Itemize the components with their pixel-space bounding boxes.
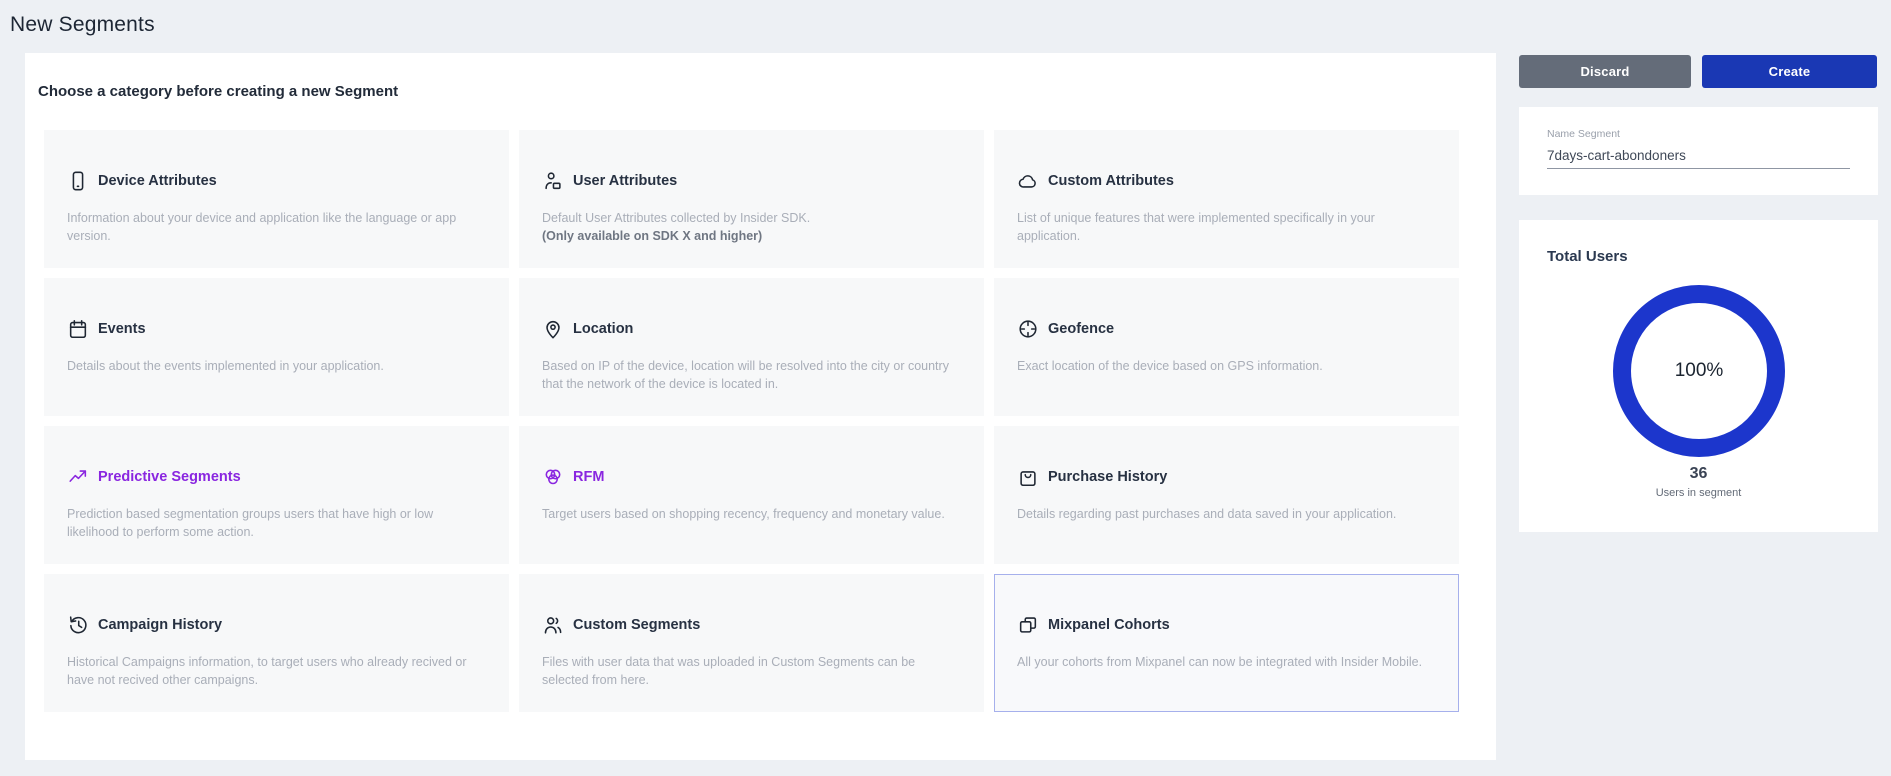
card-title: Events (98, 321, 146, 337)
card-description: Details regarding past purchases and dat… (1017, 505, 1434, 523)
card-header: Custom Segments (542, 613, 959, 637)
card-header: Device Attributes (67, 169, 484, 193)
card-description: List of unique features that were implem… (1017, 209, 1434, 245)
card-header: Campaign History (67, 613, 484, 637)
card-description: All your cohorts from Mixpanel can now b… (1017, 653, 1434, 671)
users-in-segment-caption: Users in segment (1519, 487, 1878, 499)
card-mixpanel-cohorts[interactable]: Mixpanel Cohorts All your cohorts from M… (994, 574, 1459, 712)
calendar-icon (67, 318, 89, 340)
card-description: Information about your device and applic… (67, 209, 484, 245)
cohort-squares-icon (1017, 614, 1039, 636)
card-header: User Attributes (542, 169, 959, 193)
card-header: Predictive Segments (67, 465, 484, 489)
donut-percent-label: 100% (1604, 276, 1794, 466)
card-description: Files with user data that was uploaded i… (542, 653, 959, 689)
shopping-bag-icon (1017, 466, 1039, 488)
card-title: RFM (573, 469, 604, 485)
card-custom-attributes[interactable]: Custom Attributes List of unique feature… (994, 130, 1459, 268)
card-title: Geofence (1048, 321, 1114, 337)
card-description: Target users based on shopping recency, … (542, 505, 959, 523)
card-geofence[interactable]: Geofence Exact location of the device ba… (994, 278, 1459, 416)
card-description: Prediction based segmentation groups use… (67, 505, 484, 541)
card-title: Mixpanel Cohorts (1048, 617, 1170, 633)
category-card-grid: Device Attributes Information about your… (44, 130, 1459, 712)
total-users-donut-chart: 100% (1604, 276, 1794, 466)
name-segment-input[interactable] (1547, 143, 1850, 169)
card-events[interactable]: Events Details about the events implemen… (44, 278, 509, 416)
total-users-title: Total Users (1547, 248, 1628, 265)
card-device-attributes[interactable]: Device Attributes Information about your… (44, 130, 509, 268)
panel-heading: Choose a category before creating a new … (38, 83, 398, 100)
geofence-icon (1017, 318, 1039, 340)
smartphone-icon (67, 170, 89, 192)
name-segment-card: Name Segment (1519, 107, 1878, 195)
card-title: User Attributes (573, 173, 677, 189)
card-header: Purchase History (1017, 465, 1434, 489)
category-panel: Choose a category before creating a new … (25, 53, 1496, 760)
card-header: Mixpanel Cohorts (1017, 613, 1434, 637)
card-description: Exact location of the device based on GP… (1017, 357, 1434, 375)
card-title: Custom Attributes (1048, 173, 1174, 189)
card-description: Default User Attributes collected by Ins… (542, 209, 959, 245)
card-campaign-history[interactable]: Campaign History Historical Campaigns in… (44, 574, 509, 712)
total-users-card: Total Users 100% 36 Users in segment (1519, 220, 1878, 532)
page-title: New Segments (10, 13, 155, 37)
card-title: Device Attributes (98, 173, 217, 189)
card-header: Events (67, 317, 484, 341)
card-header: Geofence (1017, 317, 1434, 341)
user-device-icon (542, 170, 564, 192)
create-button[interactable]: Create (1702, 55, 1877, 88)
card-title: Purchase History (1048, 469, 1167, 485)
card-description: Based on IP of the device, location will… (542, 357, 959, 393)
card-user-attributes[interactable]: User Attributes Default User Attributes … (519, 130, 984, 268)
card-rfm[interactable]: RFM Target users based on shopping recen… (519, 426, 984, 564)
map-pin-icon (542, 318, 564, 340)
card-description: Details about the events implemented in … (67, 357, 484, 375)
card-location[interactable]: Location Based on IP of the device, loca… (519, 278, 984, 416)
card-header: Location (542, 317, 959, 341)
venn-diagram-icon (542, 466, 564, 488)
card-title: Location (573, 321, 633, 337)
card-purchase-history[interactable]: Purchase History Details regarding past … (994, 426, 1459, 564)
users-icon (542, 614, 564, 636)
trending-up-icon (67, 466, 89, 488)
card-title: Campaign History (98, 617, 222, 633)
card-description-note: (Only available on SDK X and higher) (542, 227, 959, 245)
card-predictive-segments[interactable]: Predictive Segments Prediction based seg… (44, 426, 509, 564)
card-header: RFM (542, 465, 959, 489)
name-segment-label: Name Segment (1547, 128, 1620, 140)
card-custom-segments[interactable]: Custom Segments Files with user data tha… (519, 574, 984, 712)
card-description: Historical Campaigns information, to tar… (67, 653, 484, 689)
card-title: Predictive Segments (98, 469, 241, 485)
discard-button[interactable]: Discard (1519, 55, 1691, 88)
card-header: Custom Attributes (1017, 169, 1434, 193)
users-in-segment-count: 36 (1519, 465, 1878, 483)
card-title: Custom Segments (573, 617, 700, 633)
history-clock-icon (67, 614, 89, 636)
cloud-icon (1017, 170, 1039, 192)
